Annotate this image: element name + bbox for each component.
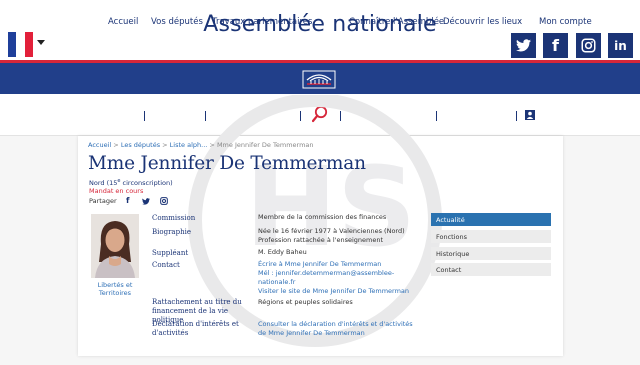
nav-separator: [300, 111, 301, 121]
nav-separator: [144, 111, 145, 121]
detail-label-commission: Commission: [152, 214, 196, 222]
detail-value-rattachement: Régions et peuples solidaires: [258, 298, 353, 306]
circonscription: Nord (15e circonscription): [89, 178, 173, 188]
deputy-name: Mme Jennifer De Temmerman: [88, 153, 366, 174]
detail-value-suppleant: M. Eddy Baheu: [258, 248, 307, 256]
tab-historique[interactable]: Historique: [431, 247, 551, 260]
nav-item-connaitre[interactable]: Connaître l'Assemblée: [349, 17, 444, 27]
chevron-down-icon[interactable]: [37, 40, 45, 45]
nav-item-travaux[interactable]: Travaux parlementaires: [212, 17, 312, 27]
breadcrumb: Accueil > Les députés > Liste alph... > …: [88, 141, 314, 149]
detail-label-declaration: Déclaration d'intérêts et d'activités: [152, 320, 239, 337]
twitter-icon[interactable]: [511, 33, 536, 58]
deputy-photo: [91, 214, 139, 278]
detail-value-biographie-1: Née le 16 février 1977 à Valenciennes (N…: [258, 227, 405, 235]
instagram-share-icon[interactable]: [160, 197, 168, 205]
nav-separator: [516, 111, 517, 121]
mandat-status: Mandat en cours: [89, 187, 144, 195]
detail-value-commission: Membre de la commission des finances: [258, 213, 387, 221]
contact-email-link-cont[interactable]: nationale.fr: [258, 278, 295, 287]
facebook-icon[interactable]: f: [543, 33, 568, 58]
page: Assemblée nationale f in Accueil Vos dép…: [0, 0, 640, 365]
breadcrumb-item[interactable]: Les députés: [121, 141, 160, 149]
declaration-link-2[interactable]: de Mme Jennifer De Temmerman: [258, 329, 365, 338]
nav-separator: [340, 111, 341, 121]
user-icon[interactable]: [525, 110, 535, 120]
linkedin-icon[interactable]: in: [608, 33, 633, 58]
contact-email-link[interactable]: Mél : jennifer.detemmerman@assemblee-: [258, 269, 394, 278]
nav-separator: [205, 111, 206, 121]
assembly-emblem-icon[interactable]: [302, 68, 336, 90]
breadcrumb-item[interactable]: Accueil: [88, 141, 111, 149]
breadcrumb-current: Mme Jennifer De Temmerman: [216, 141, 314, 149]
nav-item-vos-deputes[interactable]: Vos députés: [151, 17, 203, 27]
nav-item-mon-compte[interactable]: Mon compte: [539, 17, 592, 27]
breadcrumb-item[interactable]: Liste alph...: [170, 141, 208, 149]
nav-item-accueil[interactable]: Accueil: [108, 17, 138, 27]
tab-actualite[interactable]: Actualité: [431, 213, 551, 226]
share-label: Partager: [89, 197, 117, 205]
nav-item-decouvrir[interactable]: Découvrir les lieux: [443, 17, 522, 27]
contact-write-link[interactable]: Écrire à Mme Jennifer De Temmerman: [258, 260, 381, 269]
political-group-link[interactable]: Libertés et Territoires: [84, 281, 146, 297]
detail-value-biographie-2: Profession rattachée à l'enseignement: [258, 236, 384, 244]
tab-contact[interactable]: Contact: [431, 263, 551, 276]
detail-label-biographie: Biographie: [152, 228, 191, 236]
facebook-share-icon[interactable]: f: [126, 196, 129, 205]
nav-separator: [436, 111, 437, 121]
contact-website-link[interactable]: Visiter le site de Mme Jennifer De Temme…: [258, 287, 409, 296]
tab-fonctions[interactable]: Fonctions: [431, 230, 551, 243]
declaration-link-1[interactable]: Consulter la déclaration d'intérêts et d…: [258, 320, 413, 329]
search-icon[interactable]: [312, 105, 328, 125]
top-header: Assemblée nationale f in: [0, 0, 640, 60]
twitter-share-icon[interactable]: [142, 198, 150, 205]
instagram-icon[interactable]: [576, 33, 601, 58]
detail-label-contact: Contact: [152, 261, 180, 269]
detail-label-suppleant: Suppléant: [152, 249, 189, 257]
